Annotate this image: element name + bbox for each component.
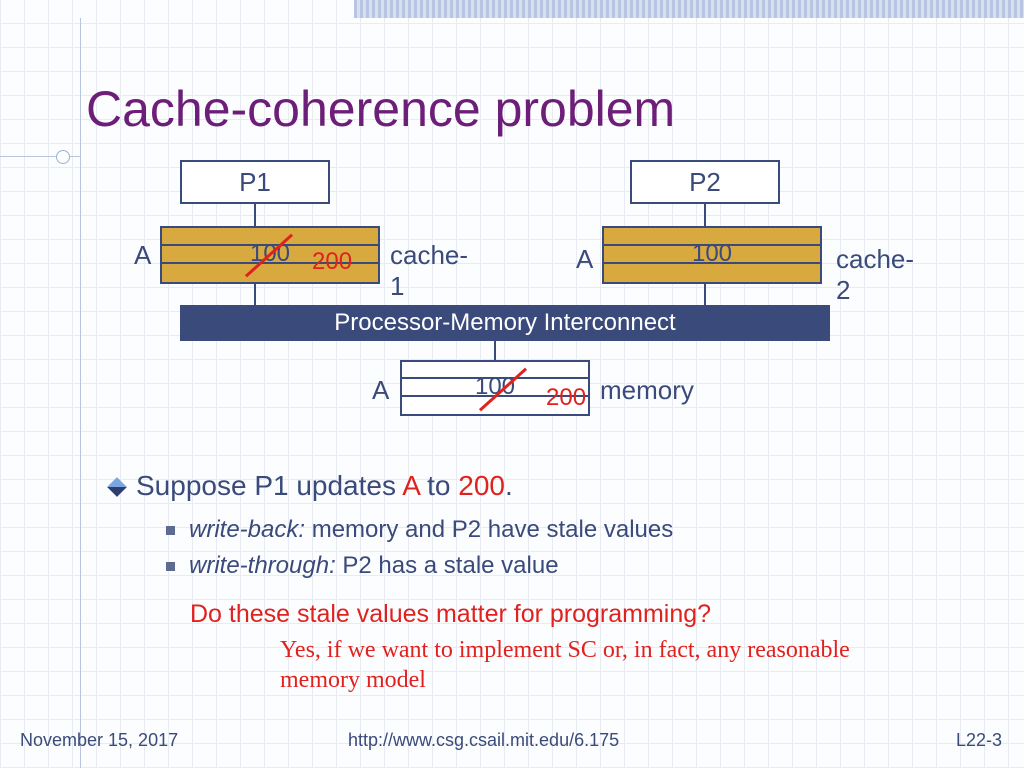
cache-2-addr-label: A (576, 244, 593, 275)
bullet-main-newval: 200 (458, 470, 505, 501)
cache-2-row-mid: 100 (604, 246, 820, 264)
question-line: Do these stale values matter for program… (190, 600, 711, 629)
square-bullet-icon (166, 526, 175, 535)
footer-page: L22-3 (956, 730, 1002, 751)
bullet-sub1-a: write-back: (189, 516, 305, 543)
bullet-sub-1-text: write-back: memory and P2 have stale val… (189, 516, 673, 544)
cache-1-new-value: 200 (312, 248, 352, 276)
memory-new-value: 200 (546, 384, 586, 412)
bullet-sub-2: write-through: P2 has a stale value (166, 552, 984, 580)
cache-1-label: cache-1 (390, 240, 468, 302)
diamond-bullet-icon (107, 477, 127, 497)
connector-cache1-bus (254, 284, 256, 305)
slide-footer: November 15, 2017 http://www.csg.csail.m… (0, 730, 1024, 754)
cache-2-label: cache-2 (836, 244, 914, 306)
cache-2-value: 100 (692, 240, 732, 268)
bullet-main-c: . (505, 470, 513, 501)
top-accent-bar (354, 0, 1024, 18)
answer-line: Yes, if we want to implement SC or, in f… (280, 635, 880, 695)
bullet-sub-1: write-back: memory and P2 have stale val… (166, 516, 984, 544)
interconnect-label: Processor-Memory Interconnect (334, 309, 675, 337)
bullet-main-b: to (419, 470, 458, 501)
bullet-sub1-b: memory and P2 have stale values (305, 516, 673, 543)
connector-p1-cache (254, 204, 256, 226)
bullet-main-a: Suppose P1 updates (136, 470, 402, 501)
bullet-list: Suppose P1 updates A to 200. write-back:… (110, 470, 984, 588)
footer-url: http://www.csg.csail.mit.edu/6.175 (348, 730, 619, 751)
footer-date: November 15, 2017 (20, 730, 178, 751)
connector-bus-memory (494, 341, 496, 361)
left-margin-rule (80, 18, 81, 768)
slide-title: Cache-coherence problem (86, 80, 675, 138)
square-bullet-icon (166, 562, 175, 571)
cache-2-box: 100 (602, 226, 822, 284)
connector-p2-cache (704, 204, 706, 226)
memory-addr-label: A (372, 375, 389, 406)
bullet-sub2-a: write-through: (189, 552, 336, 579)
processor-p2-box: P2 (630, 160, 780, 204)
bullet-main: Suppose P1 updates A to 200. (110, 470, 984, 502)
bullet-sub-2-text: write-through: P2 has a stale value (189, 552, 559, 580)
bullet-main-text: Suppose P1 updates A to 200. (136, 470, 513, 502)
interconnect-bar: Processor-Memory Interconnect (180, 305, 830, 341)
cache-1-addr-label: A (134, 240, 151, 271)
processor-p1-box: P1 (180, 160, 330, 204)
connector-cache2-bus (704, 284, 706, 305)
bullet-sub2-b: P2 has a stale value (336, 552, 559, 579)
bullet-main-addr: A (402, 470, 419, 501)
margin-corner-ornament (56, 150, 70, 164)
memory-label: memory (600, 375, 694, 406)
processor-p2-label: P2 (689, 167, 721, 198)
processor-p1-label: P1 (239, 167, 271, 198)
